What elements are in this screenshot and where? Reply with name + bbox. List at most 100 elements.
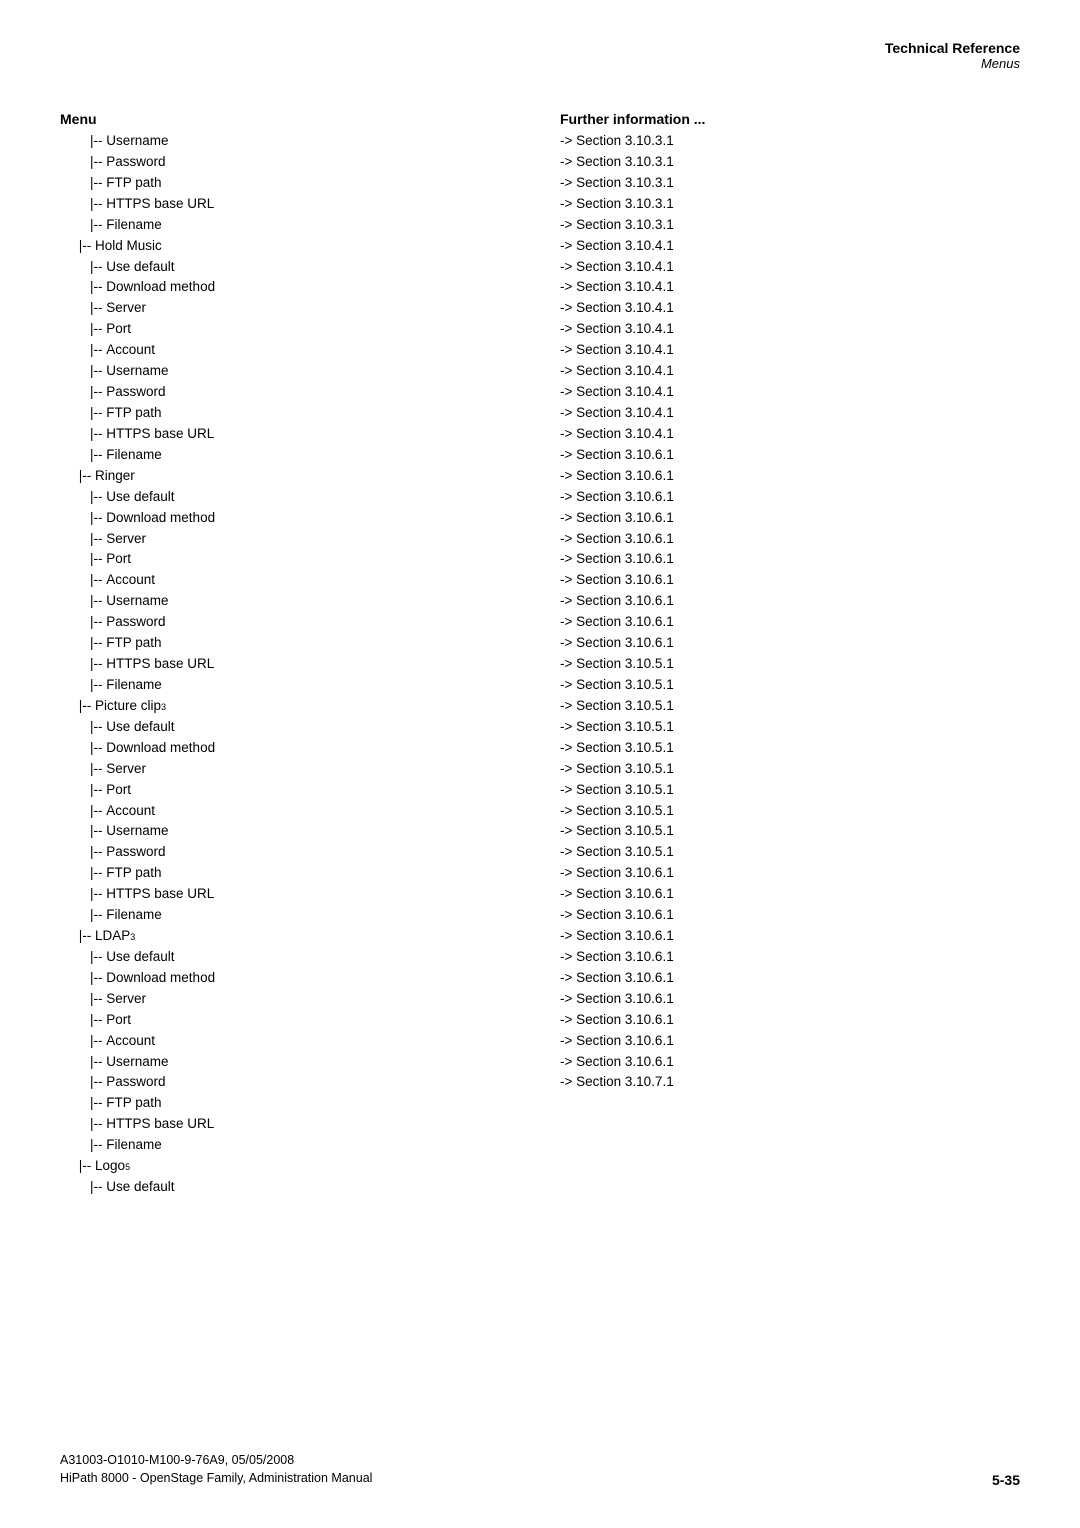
info-item: -> Section 3.10.6.1	[560, 968, 1020, 989]
menu-item: |-- Use default	[60, 1177, 540, 1198]
menu-indent: |--	[60, 612, 106, 633]
menu-indent: |--	[60, 257, 106, 278]
menu-item: |-- Port	[60, 549, 540, 570]
menu-item: |-- Filename	[60, 445, 540, 466]
menu-item: |-- FTP path	[60, 633, 540, 654]
info-item: -> Section 3.10.6.1	[560, 466, 1020, 487]
menu-indent: |--	[60, 947, 106, 968]
info-rows: -> Section 3.10.3.1-> Section 3.10.3.1->…	[560, 131, 1020, 1093]
menu-label: Port	[106, 1010, 131, 1031]
menu-label: Use default	[106, 487, 174, 508]
info-item: -> Section 3.10.4.1	[560, 361, 1020, 382]
menu-label: Picture clip	[95, 696, 161, 717]
info-item: -> Section 3.10.3.1	[560, 194, 1020, 215]
menu-indent: |--	[60, 1010, 106, 1031]
menu-label: HTTPS base URL	[106, 424, 214, 445]
info-item: -> Section 3.10.3.1	[560, 173, 1020, 194]
menu-label: Account	[106, 801, 155, 822]
menu-label: FTP path	[106, 1093, 161, 1114]
menu-label: Filename	[106, 905, 162, 926]
menu-item: |-- Filename	[60, 905, 540, 926]
menu-indent: |--	[60, 759, 106, 780]
menu-indent: |--	[60, 1052, 106, 1073]
info-item: -> Section 3.10.6.1	[560, 612, 1020, 633]
content-area: Menu |-- Username |-- Password |-- FTP p…	[60, 111, 1020, 1198]
menu-indent: |--	[60, 842, 106, 863]
menu-indent: |--	[60, 403, 106, 424]
doc-id: A31003-O1010-M100-9-76A9, 05/05/2008	[60, 1451, 372, 1470]
menu-indent: |--	[60, 529, 106, 550]
info-item: -> Section 3.10.3.1	[560, 152, 1020, 173]
menu-indent: |--	[60, 926, 95, 947]
menu-item: |-- Password	[60, 382, 540, 403]
menu-indent: |--	[60, 549, 106, 570]
menu-item: |-- Username	[60, 591, 540, 612]
menu-label: Server	[106, 989, 146, 1010]
menu-item: |-- Hold Music	[60, 236, 540, 257]
menu-label: Server	[106, 529, 146, 550]
menu-label: FTP path	[106, 403, 161, 424]
menu-item: |-- Filename	[60, 1135, 540, 1156]
info-item: -> Section 3.10.6.1	[560, 445, 1020, 466]
menu-label: Password	[106, 842, 165, 863]
footer-left: A31003-O1010-M100-9-76A9, 05/05/2008 HiP…	[60, 1451, 372, 1489]
menu-superscript: 3	[161, 701, 166, 715]
menu-indent: |--	[60, 277, 106, 298]
menu-label: Use default	[106, 257, 174, 278]
menu-item: |-- Account	[60, 801, 540, 822]
menu-indent: |--	[60, 131, 106, 152]
menu-label: HTTPS base URL	[106, 1114, 214, 1135]
menu-label: Username	[106, 821, 168, 842]
info-item: -> Section 3.10.6.1	[560, 487, 1020, 508]
menu-item: |-- FTP path	[60, 1093, 540, 1114]
menu-indent: |--	[60, 173, 106, 194]
menu-label: Password	[106, 152, 165, 173]
menu-item: |-- Port	[60, 780, 540, 801]
menu-item: |-- Password	[60, 152, 540, 173]
menu-item: |-- Account	[60, 340, 540, 361]
menu-item: |-- HTTPS base URL	[60, 654, 540, 675]
menu-indent: |--	[60, 1135, 106, 1156]
info-item: -> Section 3.10.6.1	[560, 926, 1020, 947]
menu-indent: |--	[60, 361, 106, 382]
info-item: -> Section 3.10.6.1	[560, 947, 1020, 968]
menu-indent: |--	[60, 989, 106, 1010]
menu-label: Port	[106, 780, 131, 801]
info-item: -> Section 3.10.5.1	[560, 801, 1020, 822]
menu-label: Password	[106, 1072, 165, 1093]
menu-label: FTP path	[106, 633, 161, 654]
menu-label: Use default	[106, 1177, 174, 1198]
menu-label: HTTPS base URL	[106, 194, 214, 215]
info-item: -> Section 3.10.5.1	[560, 654, 1020, 675]
menu-indent: |--	[60, 152, 106, 173]
info-item: -> Section 3.10.5.1	[560, 696, 1020, 717]
info-item: -> Section 3.10.6.1	[560, 863, 1020, 884]
menu-item: |-- HTTPS base URL	[60, 884, 540, 905]
menu-indent: |--	[60, 236, 95, 257]
menu-indent: |--	[60, 1093, 106, 1114]
menu-item: |-- Ringer	[60, 466, 540, 487]
menu-item: |-- Username	[60, 821, 540, 842]
menu-indent: |--	[60, 654, 106, 675]
menu-indent: |--	[60, 968, 106, 989]
menu-label: Port	[106, 549, 131, 570]
menu-indent: |--	[60, 696, 95, 717]
menu-indent: |--	[60, 1156, 95, 1177]
info-item: -> Section 3.10.6.1	[560, 529, 1020, 550]
menu-item: |-- Account	[60, 570, 540, 591]
info-item: -> Section 3.10.5.1	[560, 780, 1020, 801]
menu-label: Download method	[106, 508, 215, 529]
info-item: -> Section 3.10.6.1	[560, 1010, 1020, 1031]
menu-item: |-- Download method	[60, 968, 540, 989]
menu-indent: |--	[60, 591, 106, 612]
menu-label: FTP path	[106, 863, 161, 884]
menu-indent: |--	[60, 801, 106, 822]
menu-indent: |--	[60, 780, 106, 801]
menu-label: Hold Music	[95, 236, 162, 257]
menu-label: HTTPS base URL	[106, 884, 214, 905]
menu-item: |-- HTTPS base URL	[60, 194, 540, 215]
menu-label: Use default	[106, 717, 174, 738]
menu-item: |-- FTP path	[60, 173, 540, 194]
info-item: -> Section 3.10.5.1	[560, 738, 1020, 759]
menu-item: |-- FTP path	[60, 403, 540, 424]
